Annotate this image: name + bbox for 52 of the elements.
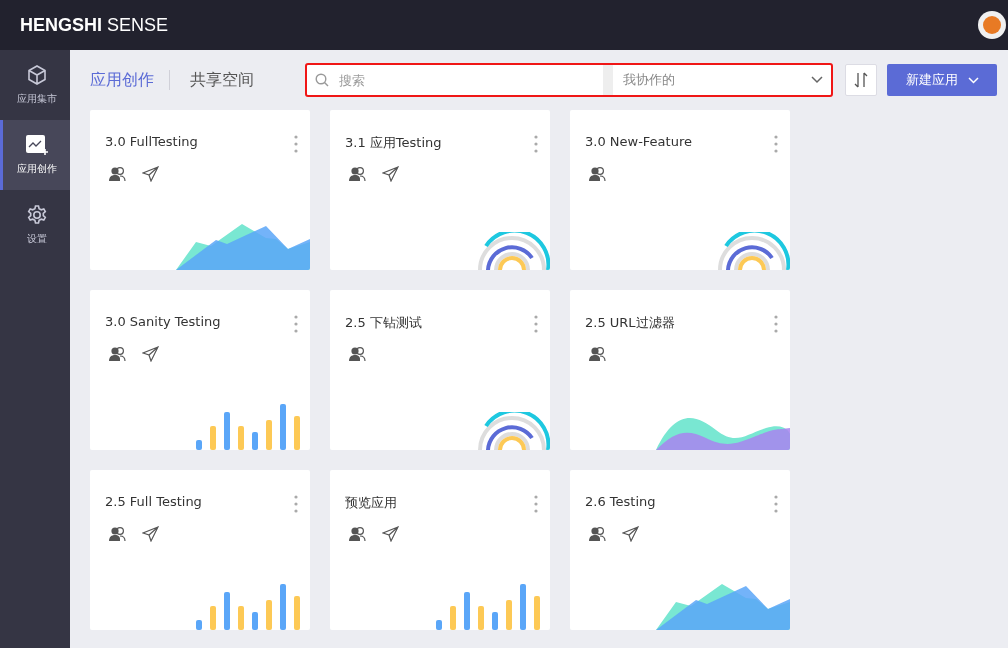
app-title: 2.5 下钻测试 — [345, 314, 422, 332]
search-field[interactable]: 搜索 — [337, 71, 603, 89]
app-card[interactable]: 2.6 Testing — [570, 470, 790, 630]
app-card[interactable]: 预览应用 — [330, 470, 550, 630]
caret-icon — [967, 76, 979, 84]
app-title: 2.6 Testing — [585, 494, 656, 511]
people-icon[interactable] — [109, 346, 126, 362]
paper-plane-icon[interactable] — [382, 526, 399, 542]
sort-button[interactable] — [845, 64, 877, 96]
app-card[interactable]: 3.0 Sanity Testing — [90, 290, 310, 450]
people-icon[interactable] — [589, 166, 606, 182]
settings-icon — [25, 204, 48, 226]
app-card[interactable]: 3.0 New-Feature — [570, 110, 790, 270]
caret-icon — [811, 76, 823, 84]
app-card[interactable]: 3.0 FullTesting — [90, 110, 310, 270]
app-title: 2.5 Full Testing — [105, 494, 202, 511]
app-title: 3.1 应用Testing — [345, 134, 442, 152]
paper-plane-icon[interactable] — [142, 526, 159, 542]
app-title: 3.0 FullTesting — [105, 134, 198, 151]
people-icon[interactable] — [109, 166, 126, 182]
sidebar-item[interactable]: 设置 — [0, 190, 70, 260]
brand-logo: HENGSHI SENSE — [20, 14, 169, 36]
app-title: 预览应用 — [345, 494, 397, 512]
chart-icon — [24, 134, 49, 156]
sort-icon — [854, 72, 868, 88]
search-icon — [315, 73, 329, 87]
app-title: 3.0 Sanity Testing — [105, 314, 221, 331]
people-icon[interactable] — [109, 526, 126, 542]
tab[interactable]: 应用创作 — [90, 69, 169, 91]
filter-dropdown[interactable]: 我协作的 — [613, 71, 831, 89]
people-icon[interactable] — [589, 346, 606, 362]
paper-plane-icon[interactable] — [382, 166, 399, 182]
paper-plane-icon[interactable] — [622, 526, 639, 542]
app-card[interactable]: 2.5 下钻测试 — [330, 290, 550, 450]
app-card[interactable]: 2.5 URL过滤器 — [570, 290, 790, 450]
app-card[interactable]: 2.5 Full Testing — [90, 470, 310, 630]
app-title: 2.5 URL过滤器 — [585, 314, 675, 332]
people-icon[interactable] — [589, 526, 606, 542]
people-icon[interactable] — [349, 166, 366, 182]
people-icon[interactable] — [349, 346, 366, 362]
paper-plane-icon[interactable] — [142, 346, 159, 362]
people-icon[interactable] — [349, 526, 366, 542]
new-app-button[interactable]: 新建应用 — [887, 64, 997, 96]
cube-icon — [25, 64, 48, 86]
avatar-icon[interactable] — [978, 11, 1006, 39]
tab[interactable]: 共享空间 — [190, 69, 269, 91]
app-card[interactable]: 3.1 应用Testing — [330, 110, 550, 270]
paper-plane-icon[interactable] — [142, 166, 159, 182]
search-bar[interactable]: 搜索 我协作的 — [305, 63, 833, 97]
sidebar-item[interactable]: 应用集市 — [0, 50, 70, 120]
sidebar-item[interactable]: 应用创作 — [0, 120, 70, 190]
app-title: 3.0 New-Feature — [585, 134, 692, 151]
